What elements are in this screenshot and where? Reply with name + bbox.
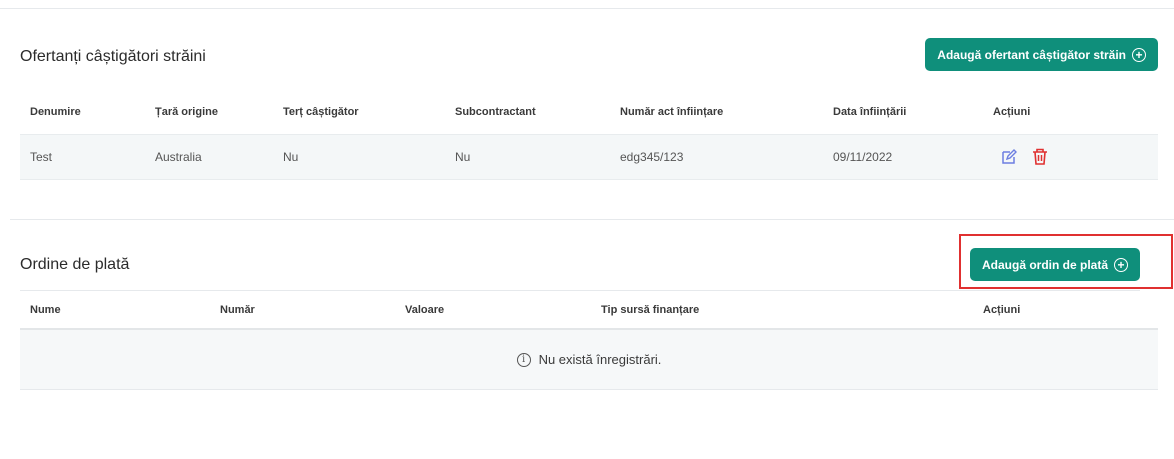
foreign-winners-section: Ofertanți câștigători străini Adaugă ofe… xyxy=(20,38,1158,180)
column-header: Subcontractant xyxy=(455,105,536,118)
cell-registration-no: edg345/123 xyxy=(620,149,684,164)
column-header: Valoare xyxy=(395,291,591,330)
column-header: Data înființării xyxy=(833,105,907,118)
add-foreign-winner-button[interactable]: Adaugă ofertant câștigător străin + xyxy=(925,38,1158,71)
column-header: Nume xyxy=(20,291,210,330)
highlight-annotation-box xyxy=(959,234,1173,289)
empty-state: i Nu există înregistrări. xyxy=(20,330,1158,390)
column-header: Denumire xyxy=(30,105,81,118)
column-header: Număr xyxy=(210,291,395,330)
cell-third-party: Nu xyxy=(283,149,299,164)
cell-actions xyxy=(983,134,1158,179)
column-header: Acțiuni xyxy=(993,105,1031,118)
info-icon: i xyxy=(516,352,531,367)
column-header: Țară origine xyxy=(155,105,218,118)
cell-country: Australia xyxy=(155,149,202,164)
cell-subcontractor: Nu xyxy=(455,149,471,164)
column-header: Acțiuni xyxy=(973,291,1158,330)
column-header: Terț câștigător xyxy=(283,105,359,118)
top-divider xyxy=(0,8,1174,9)
section-divider xyxy=(10,219,1174,220)
column-header: Număr act înființare xyxy=(620,105,724,118)
foreign-winners-table: Denumire Țară origine Terț câștigător Su… xyxy=(20,90,1158,180)
table-header-row: Nume Număr Valoare Tip sursă finanțare A… xyxy=(20,291,1158,330)
cell-name: Test xyxy=(30,149,53,164)
section-title: Ofertanți câștigători străini xyxy=(20,48,206,65)
section-title: Ordine de plată xyxy=(20,256,130,273)
table-header-row: Denumire Țară origine Terț câștigător Su… xyxy=(20,90,1158,134)
table-row: Test Australia Nu Nu edg345/123 09/11/20… xyxy=(20,134,1158,179)
delete-icon[interactable] xyxy=(1032,148,1048,165)
empty-message: Nu există înregistrări. xyxy=(538,352,662,367)
plus-circle-icon: + xyxy=(1132,47,1146,62)
payment-orders-table: Nume Număr Valoare Tip sursă finanțare A… xyxy=(20,291,1158,330)
column-header: Tip sursă finanțare xyxy=(591,291,973,330)
cell-registration-date: 09/11/2022 xyxy=(833,149,893,164)
foreign-winners-header: Ofertanți câștigători străini Adaugă ofe… xyxy=(20,38,1158,76)
add-foreign-winner-label: Adaugă ofertant câștigător străin xyxy=(937,47,1126,62)
edit-icon[interactable] xyxy=(1001,148,1017,165)
